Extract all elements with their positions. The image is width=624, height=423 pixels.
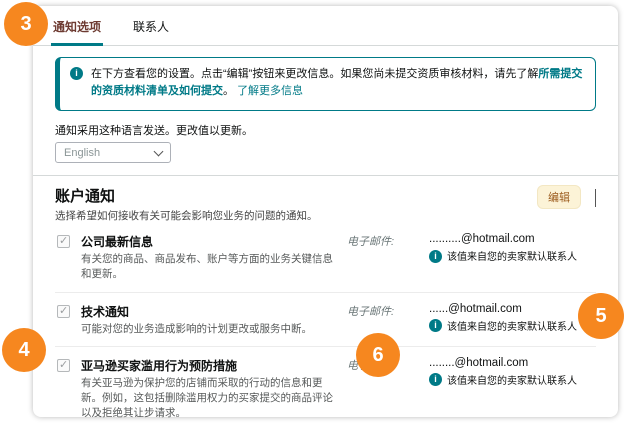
settings-card: 通知选项 联系人 i 在下方查看您的设置。点击“编辑”按钮来更改信息。如果您尚未… — [33, 6, 618, 417]
callout-3: 3 — [4, 2, 48, 46]
table-row: 技术通知 可能对您的业务造成影响的计划更改或服务中断。 电子邮件: ......… — [55, 293, 596, 347]
language-note: 通知采用这种语言发送。更改值以更新。 — [55, 122, 596, 138]
email-value: ..........@hotmail.com — [429, 233, 596, 245]
row-description: 可能对您的业务造成影响的计划更改或服务中断。 — [81, 322, 333, 337]
tab-contacts[interactable]: 联系人 — [131, 18, 171, 45]
row-description: 有关亚马逊为保护您的店铺而采取的行动的信息和更新。例如，这包括删除滥用权力的买家… — [81, 376, 333, 422]
notification-preferences-page: 通知选项 联系人 i 在下方查看您的设置。点击“编辑”按钮来更改信息。如果您尚未… — [0, 0, 624, 423]
row-label: 公司最新信息 — [81, 233, 333, 250]
checkbox-technical-notifications[interactable] — [57, 305, 70, 318]
chevron-up-icon — [595, 189, 596, 207]
banner-period: 。 — [223, 85, 234, 97]
callout-6: 6 — [356, 333, 400, 377]
learn-more-link[interactable]: 了解更多信息 — [237, 85, 303, 97]
info-banner: i 在下方查看您的设置。点击“编辑”按钮来更改信息。如果您尚未提交资质审核材料，… — [55, 57, 596, 111]
info-icon: i — [70, 67, 83, 80]
tab-notification-options[interactable]: 通知选项 — [51, 18, 103, 46]
banner-text-pre: 在下方查看您的设置。点击“编辑”按钮来更改信息。如果您尚未提交资质审核材料，请先… — [91, 68, 538, 80]
account-section-title: 账户通知 — [55, 185, 537, 206]
row-description: 有关您的商品、商品发布、账户等方面的业务关键信息和更新。 — [81, 252, 333, 282]
account-edit-button[interactable]: 编辑 — [537, 185, 581, 209]
checkbox-buyer-abuse-prevention[interactable] — [57, 359, 70, 372]
email-value: ........@hotmail.com — [429, 357, 596, 369]
chevron-down-icon — [154, 146, 164, 156]
banner-text: 在下方查看您的设置。点击“编辑”按钮来更改信息。如果您尚未提交资质审核材料，请先… — [91, 66, 583, 100]
field-label: 电子邮件: — [347, 303, 429, 319]
card-content: i 在下方查看您的设置。点击“编辑”按钮来更改信息。如果您尚未提交资质审核材料，… — [33, 46, 618, 423]
row-label: 技术通知 — [81, 303, 333, 320]
callout-4: 4 — [2, 328, 46, 372]
info-icon: i — [429, 319, 442, 332]
callout-5: 5 — [578, 293, 624, 339]
info-icon: i — [429, 373, 442, 386]
section-account-notifications: 账户通知 选择希望如何接收有关可能会影响您业务的问题的通知。 编辑 公司最新信息… — [55, 176, 596, 423]
default-contact-note: 该值来自您的卖家默认联系人 — [447, 372, 577, 387]
checkbox-company-updates[interactable] — [57, 235, 70, 248]
row-label: 亚马逊买家滥用行为预防措施 — [81, 357, 333, 374]
table-row: 公司最新信息 有关您的商品、商品发布、账户等方面的业务关键信息和更新。 电子邮件… — [55, 223, 596, 292]
default-contact-note: 该值来自您的卖家默认联系人 — [447, 318, 577, 333]
default-contact-note: 该值来自您的卖家默认联系人 — [447, 248, 577, 263]
language-select[interactable]: English — [55, 142, 171, 163]
account-collapse-button[interactable] — [595, 189, 596, 207]
info-icon: i — [429, 250, 442, 263]
tab-bar: 通知选项 联系人 — [33, 6, 618, 46]
field-label: 电子邮件: — [347, 233, 429, 249]
account-section-subtitle: 选择希望如何接收有关可能会影响您业务的问题的通知。 — [55, 208, 537, 223]
email-value: ......@hotmail.com — [429, 303, 596, 315]
language-select-value: English — [64, 147, 100, 159]
table-row: 亚马逊买家滥用行为预防措施 有关亚马逊为保护您的店铺而采取的行动的信息和更新。例… — [55, 347, 596, 423]
